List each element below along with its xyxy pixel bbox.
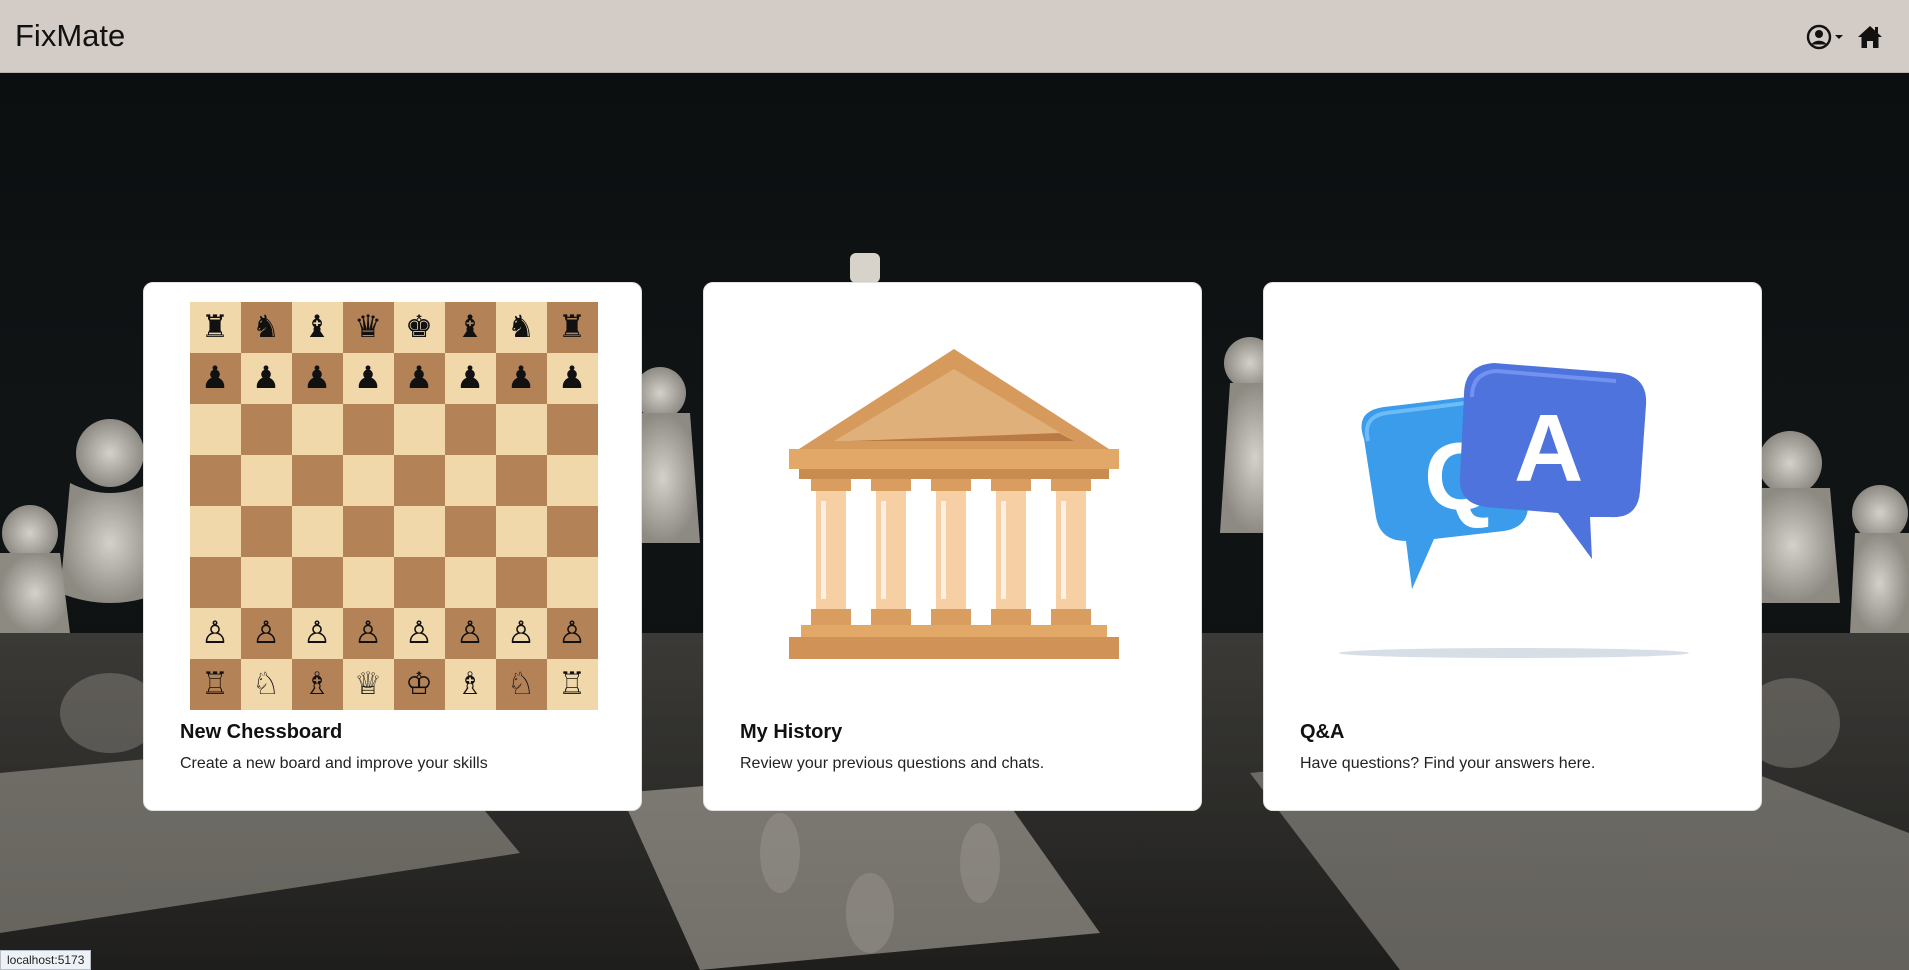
- card-description: Create a new board and improve your skil…: [180, 755, 488, 772]
- chess-piece-square: ♙: [342, 608, 394, 659]
- chess-piece-square: ♜: [189, 302, 241, 353]
- home-icon: [1858, 26, 1882, 48]
- chess-piece-square: ♜: [546, 302, 598, 353]
- chess-piece-square: ♘: [240, 659, 292, 710]
- chess-square: [393, 455, 445, 506]
- chess-square: [393, 404, 445, 455]
- qa-bubbles-icon: Q A: [1300, 303, 1727, 709]
- chess-square: [495, 557, 547, 608]
- chess-piece-square: ♙: [546, 608, 598, 659]
- a-letter: A: [1514, 395, 1583, 502]
- chess-square: [444, 455, 496, 506]
- chess-square: [495, 506, 547, 557]
- my-history-card[interactable]: My History Review your previous question…: [703, 282, 1202, 811]
- chess-square: [189, 506, 241, 557]
- chess-piece-square: ♗: [291, 659, 343, 710]
- chess-piece-square: ♞: [495, 302, 547, 353]
- chess-square: [546, 455, 598, 506]
- chess-square: [393, 506, 445, 557]
- new-chessboard-card[interactable]: ♜ ♞ ♝ ♛ ♚ ♝ ♞ ♜ ♟ ♟ ♟ ♟ ♟ ♟ ♟ ♟ ♙ ♙ ♙ ♙ ♙ ♙ ♙ ♙ ♖ ♘ ♗ ♕ ♔ ♗ ♘ ♖ New Che…: [143, 282, 642, 811]
- chess-piece-square: ♙: [240, 608, 292, 659]
- chess-piece-square: ♝: [291, 302, 343, 353]
- home-button[interactable]: [1857, 24, 1883, 50]
- chess-square: [291, 404, 343, 455]
- chess-square: [342, 404, 394, 455]
- chess-piece-square: ♙: [495, 608, 547, 659]
- chessboard-grid: ♜ ♞ ♝ ♛ ♚ ♝ ♞ ♜ ♟ ♟ ♟ ♟ ♟ ♟ ♟ ♟ ♙ ♙ ♙ ♙ ♙ ♙ ♙ ♙ ♖ ♘ ♗ ♕ ♔ ♗ ♘ ♖: [189, 302, 598, 710]
- chess-square: [291, 455, 343, 506]
- chess-square: [444, 404, 496, 455]
- chess-square: [240, 557, 292, 608]
- chess-square: [189, 404, 241, 455]
- chess-square: [342, 557, 394, 608]
- user-circle-icon: [1806, 24, 1843, 50]
- chess-square: [495, 404, 547, 455]
- chess-piece-square: ♙: [291, 608, 343, 659]
- chess-piece-square: ♟: [291, 353, 343, 404]
- chess-square: [444, 557, 496, 608]
- chess-piece-square: ♟: [342, 353, 394, 404]
- chevron-down-icon: [1835, 35, 1843, 39]
- card-description: Have questions? Find your answers here.: [1300, 755, 1596, 772]
- chess-square: [240, 455, 292, 506]
- chess-piece-square: ♙: [393, 608, 445, 659]
- chess-piece-square: ♖: [189, 659, 241, 710]
- chess-piece-square: ♖: [546, 659, 598, 710]
- chess-piece-square: ♚: [393, 302, 445, 353]
- chess-square: [393, 557, 445, 608]
- chess-square: [495, 455, 547, 506]
- user-menu-button[interactable]: [1805, 23, 1847, 51]
- card-title: Q&A: [1300, 721, 1345, 743]
- temple-icon: [740, 303, 1167, 709]
- card-title: My History: [740, 721, 843, 743]
- chess-square: [189, 455, 241, 506]
- chess-square: [240, 404, 292, 455]
- chess-square: [342, 506, 394, 557]
- chess-square: [546, 506, 598, 557]
- chess-piece-square: ♟: [393, 353, 445, 404]
- chess-square: [546, 557, 598, 608]
- chess-square: [189, 557, 241, 608]
- chess-square: [240, 506, 292, 557]
- status-bar-url: localhost:5173: [0, 950, 92, 970]
- chess-square: [342, 455, 394, 506]
- chess-piece-square: ♘: [495, 659, 547, 710]
- chess-piece-square: ♟: [495, 353, 547, 404]
- chessboard-image: ♜ ♞ ♝ ♛ ♚ ♝ ♞ ♜ ♟ ♟ ♟ ♟ ♟ ♟ ♟ ♟ ♙ ♙ ♙ ♙ ♙ ♙ ♙ ♙ ♖ ♘ ♗ ♕ ♔ ♗ ♘ ♖: [180, 302, 607, 710]
- chess-piece-square: ♞: [240, 302, 292, 353]
- top-navbar: FixMate: [0, 0, 1909, 73]
- chess-square: [291, 557, 343, 608]
- chess-square: [291, 506, 343, 557]
- chess-piece-square: ♗: [444, 659, 496, 710]
- chess-square: [546, 404, 598, 455]
- app-brand[interactable]: FixMate: [15, 18, 125, 54]
- chess-piece-square: ♙: [444, 608, 496, 659]
- chess-piece-square: ♕: [342, 659, 394, 710]
- chess-piece-square: ♟: [240, 353, 292, 404]
- chess-piece-square: ♟: [189, 353, 241, 404]
- chess-piece-square: ♝: [444, 302, 496, 353]
- chess-square: [444, 506, 496, 557]
- chess-piece-square: ♛: [342, 302, 394, 353]
- chess-piece-square: ♔: [393, 659, 445, 710]
- card-title: New Chessboard: [180, 721, 343, 743]
- card-description: Review your previous questions and chats…: [740, 755, 1045, 772]
- chess-piece-square: ♟: [444, 353, 496, 404]
- chess-piece-square: ♙: [189, 608, 241, 659]
- chess-piece-square: ♟: [546, 353, 598, 404]
- qa-card[interactable]: Q A Q&A Have questions? Find your answer…: [1263, 282, 1762, 811]
